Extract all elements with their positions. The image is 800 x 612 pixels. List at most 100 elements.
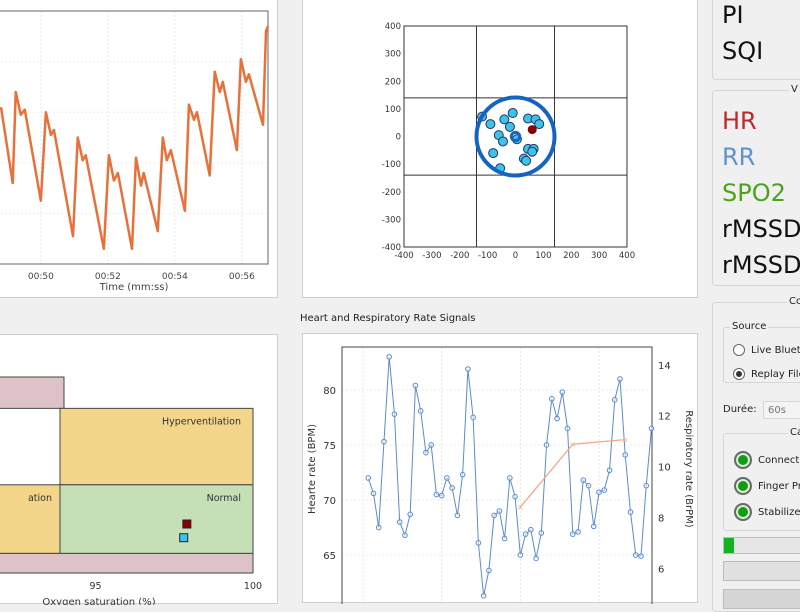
progress-fill [724, 538, 734, 553]
rr-point [527, 146, 538, 157]
rr-point [504, 121, 515, 132]
x-tick-label: -100 [478, 251, 497, 261]
status-led-icon [734, 451, 752, 469]
rr-point [485, 119, 496, 130]
x-tick-label: 0 [513, 251, 518, 261]
x-tick-label: 00:52 [95, 272, 121, 282]
zone-point [182, 519, 192, 529]
hr-point [575, 529, 581, 535]
hr-point [538, 530, 545, 536]
spo2-label: SPO2 [722, 179, 786, 207]
zone-label: Normal [207, 493, 241, 504]
hr-point [549, 395, 555, 402]
hr-point [381, 438, 387, 445]
rr-label: RR [722, 143, 756, 171]
y-tick-label: 100 [385, 105, 401, 115]
source-title: Source [730, 321, 769, 332]
y-tick-label: 200 [385, 77, 401, 87]
hr-point [507, 475, 513, 481]
y2-tick-label: 10 [658, 463, 671, 474]
rr-line [519, 438, 626, 508]
rmssd-label-2: rMSSD_ [722, 251, 800, 279]
radio-unchecked-icon [733, 344, 745, 356]
hr-point [365, 475, 372, 481]
hr-point [459, 471, 466, 478]
y-tick-label: -100 [382, 160, 401, 170]
y2-axis-label: Respiratory rate (BrPM) [683, 410, 694, 527]
y-tick-label: 300 [385, 50, 401, 60]
hr-point [627, 509, 634, 515]
radio-checked-icon [733, 368, 745, 380]
hr-point [407, 511, 413, 518]
hr-point [590, 523, 597, 530]
replay-file-radio[interactable]: Replay File [733, 368, 800, 380]
x-tick-label: 00:56 [229, 272, 255, 282]
hr-point [465, 366, 471, 372]
hr-point [370, 490, 377, 497]
poincare-chart: -400-400-300-300-200-200-100-10000100100… [382, 22, 635, 261]
hr-point [585, 482, 592, 489]
controls-title: Co [787, 296, 800, 307]
x-tick-label: 00:50 [28, 272, 54, 282]
y-tick-label: -300 [382, 215, 401, 225]
status-connected: Connecte [734, 451, 800, 469]
x-tick-label: 300 [591, 251, 607, 261]
x-tick-label: 00:54 [162, 272, 188, 282]
hr-point [396, 519, 403, 525]
x-tick-label: 100 [244, 581, 262, 592]
x-tick-label: -200 [450, 251, 469, 261]
action-button-2[interactable] [723, 589, 800, 609]
hr-point [522, 531, 529, 537]
x-tick-label: 95 [89, 581, 101, 592]
y-tick-label: 70 [323, 496, 336, 507]
x-tick-label: 400 [619, 251, 635, 261]
hr-point [543, 442, 550, 448]
hr-point [632, 552, 639, 558]
hr-point [454, 512, 461, 519]
hr-point [491, 512, 497, 519]
sqi-label: SQI [722, 37, 764, 65]
x-tick-label: 100 [535, 251, 551, 261]
hr-point [512, 493, 518, 500]
live-bluetooth-radio[interactable]: Live Bluetoo [733, 344, 800, 356]
hr-point [559, 389, 566, 395]
zone-region [0, 552, 254, 574]
poincare-panel: -400 -400 -300 -300 -200 -200 -100 -100 0 0 100 100… [302, 0, 698, 298]
y-tick-label: 65 [323, 551, 336, 562]
zone-panel: Hyperventilation ation Normal 95 100 Oxygen s… [0, 334, 278, 608]
vitals-title: V [789, 84, 800, 95]
hr-point [564, 425, 571, 432]
hr-point [569, 531, 576, 537]
rr-point [488, 148, 499, 159]
hr-point [486, 567, 492, 574]
duration-input[interactable] [763, 401, 800, 419]
y-tick-label: 400 [385, 22, 401, 32]
pi-label: PI [722, 1, 744, 29]
status-led-icon [734, 503, 752, 521]
quality-group: PI SQI [712, 0, 800, 80]
duration-label: Durée: [723, 404, 757, 415]
status-label: Connecte [758, 455, 800, 466]
hr-point [648, 425, 655, 432]
hr-point [417, 408, 424, 414]
status-finger: Finger Pr [734, 477, 800, 495]
hr-point [470, 414, 476, 421]
progress-bar [723, 537, 800, 554]
ppg-panel: 00:50 00:52 00:54 00:56 Time (mm:ss) [0, 0, 278, 298]
zone-point [179, 533, 189, 543]
hr-point [533, 555, 539, 562]
zone-label: ation [28, 493, 52, 504]
x-axis-label: Oxygen saturation (%) [42, 597, 155, 605]
action-button-1[interactable] [723, 561, 800, 581]
rr-point: × [622, 436, 629, 445]
live-label: Live Bluetoo [751, 345, 800, 356]
vitals-group: V HR RR SPO2 rMSSD- rMSSD_ [712, 84, 800, 286]
hr-label: HR [722, 107, 757, 135]
hr-point [475, 540, 482, 546]
hr-point [617, 376, 623, 382]
hr-point [643, 482, 650, 489]
rr-point: × [517, 503, 524, 512]
hr-point [428, 442, 434, 448]
hr-point [496, 508, 503, 514]
rr-point [497, 136, 508, 147]
